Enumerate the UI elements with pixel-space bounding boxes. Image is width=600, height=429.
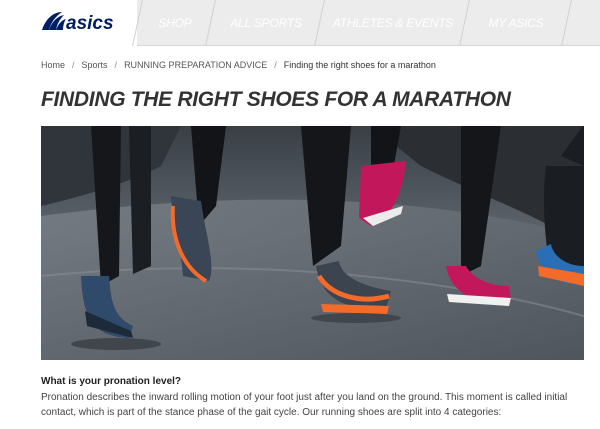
logo-link[interactable]: asics <box>0 0 137 46</box>
paragraph-pronation: Pronation describes the inward rolling m… <box>41 392 568 418</box>
nav-tab-label: ATHLETES & EVENTS <box>332 16 454 30</box>
section-heading-pronation: What is your pronation level? <box>41 376 182 387</box>
nav-tab-label: ALL SPORTS <box>230 16 302 30</box>
hero-image-runners <box>41 126 584 360</box>
logo-wordmark: asics <box>66 13 114 34</box>
breadcrumb-current: Finding the right shoes for a marathon <box>283 60 436 70</box>
nav-tab-my-asics[interactable]: MY ASICS <box>467 0 565 46</box>
page-title: FINDING THE RIGHT SHOES FOR A MARATHON <box>41 88 511 111</box>
breadcrumb-separator: / <box>72 60 75 70</box>
nav-tab-label: MY ASICS <box>488 16 544 30</box>
breadcrumb-home-link[interactable]: Home <box>41 60 65 70</box>
breadcrumb-running-advice-link[interactable]: RUNNING PREPARATION ADVICE <box>124 60 267 70</box>
breadcrumb-separator: / <box>274 60 277 70</box>
nav-tab-shop[interactable]: SHOP <box>140 0 210 46</box>
breadcrumb-separator: / <box>114 60 118 70</box>
nav-tab-athletes-events[interactable]: ATHLETES & EVENTS <box>322 0 464 46</box>
asics-logo: asics <box>42 12 114 34</box>
nav-tab-all-sports[interactable]: ALL SPORTS <box>213 0 319 46</box>
breadcrumb: Home / Sports / RUNNING PREPARATION ADVICE / F… <box>41 60 436 70</box>
runners-photo <box>41 126 584 360</box>
breadcrumb-sports-link[interactable]: Sports <box>82 60 108 70</box>
nav-tab-label: SHOP <box>158 16 192 30</box>
site-header: asics SHOP ALL SPORTS ATHLETES & EVENTS … <box>0 0 600 46</box>
